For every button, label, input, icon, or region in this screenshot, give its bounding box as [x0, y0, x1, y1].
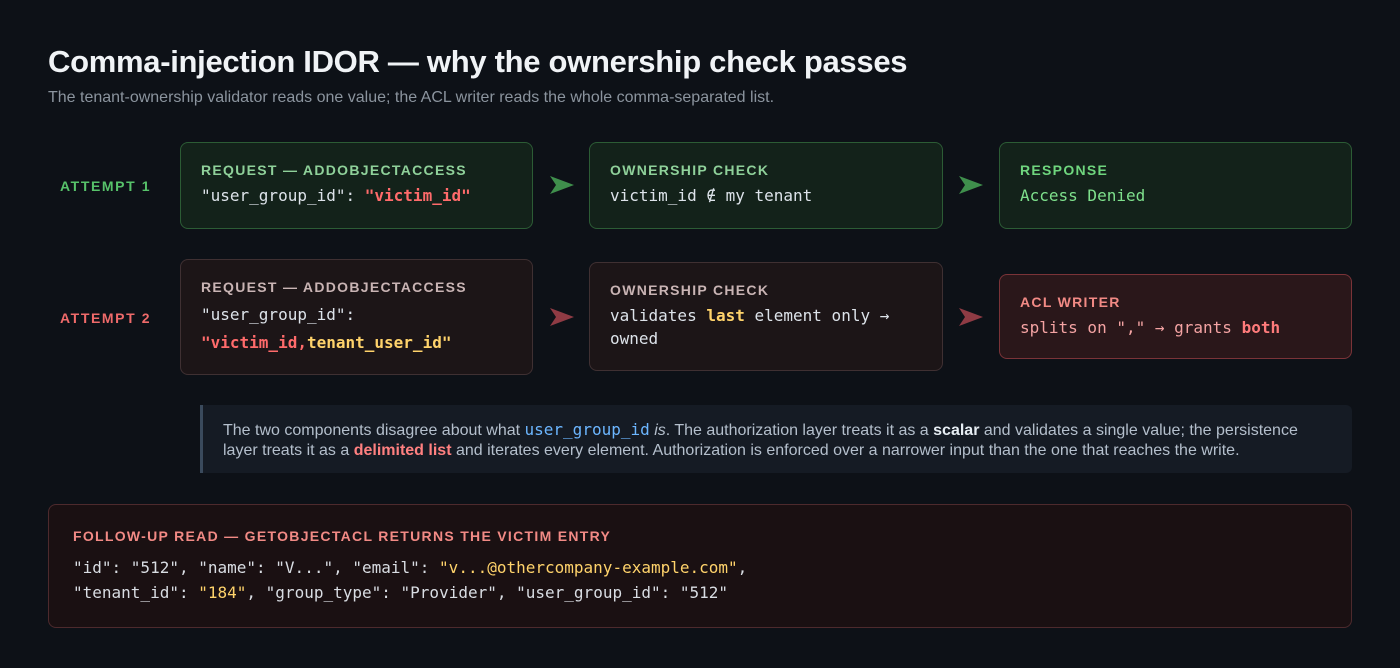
- arrow-right-icon: [959, 176, 983, 194]
- arrow-right-icon: [959, 308, 983, 326]
- attempt-2-request-key: "user_group_id":: [201, 305, 356, 324]
- attempt-1-request-key: "user_group_id":: [201, 186, 365, 205]
- attempt-1-check-text: victim_id ∉ my tenant: [610, 186, 813, 205]
- followup-line-2: "tenant_id": "184", "group_type": "Provi…: [73, 580, 1327, 605]
- followup-email: "v...@othercompany-example.com": [439, 558, 738, 577]
- attempt-2-check-highlight: last: [706, 306, 745, 325]
- attempt-1-check-title: OWNERSHIP CHECK: [610, 162, 770, 178]
- note-inline-code: user_group_id: [524, 420, 650, 439]
- attempt-2-request-box: REQUEST — ADDOBJECTACCESS "user_group_id…: [180, 259, 533, 375]
- attempt-2-label: ATTEMPT 2: [60, 310, 152, 326]
- attempt-2-writer-title: ACL WRITER: [1020, 294, 1121, 310]
- attempt-1-check-box: OWNERSHIP CHECK victim_id ∉ my tenant: [589, 142, 943, 229]
- note-part-1: The two components disagree about what: [223, 422, 525, 439]
- followup-line-2-pre: "tenant_id":: [73, 583, 199, 602]
- attempt-2-request-title: REQUEST — ADDOBJECTACCESS: [201, 279, 467, 295]
- attempt-2-check-line-2: owned: [610, 329, 659, 348]
- attempt-2-writer-pre: splits on "," → grants: [1020, 318, 1242, 337]
- attempt-1-request-value: "victim_id": [364, 186, 471, 205]
- arrow-right-icon: [550, 176, 574, 194]
- note-part-5: and iterates every element. Authorizatio…: [451, 442, 1240, 459]
- attempt-2-writer-highlight: both: [1241, 318, 1281, 337]
- attempt-1-response-title: RESPONSE: [1020, 162, 1109, 178]
- attempt-1-label: ATTEMPT 1: [60, 178, 152, 194]
- attempt-1-request-body: "user_group_id": "victim_id": [201, 184, 512, 208]
- attempt-1-response-text: Access Denied: [1020, 186, 1146, 205]
- attempt-1-request-box: REQUEST — ADDOBJECTACCESS "user_group_id…: [180, 142, 533, 229]
- note-scalar: scalar: [933, 422, 980, 439]
- attempt-2-check-box: OWNERSHIP CHECK validates last element o…: [589, 262, 943, 371]
- attempt-2-value-tenant: tenant_user_id": [306, 333, 452, 352]
- page-subtitle: The tenant-ownership validator reads one…: [48, 89, 775, 106]
- attempt-2-check-title: OWNERSHIP CHECK: [610, 282, 770, 298]
- attempt-1-request-title: REQUEST — ADDOBJECTACCESS: [201, 162, 467, 178]
- note-part-2: is: [649, 422, 666, 439]
- page-title: Comma-injection IDOR — why the ownership…: [48, 44, 908, 79]
- followup-line-1-post: ,: [737, 558, 748, 577]
- attempt-1-response-box: RESPONSE Access Denied: [999, 142, 1352, 229]
- followup-line-1: "id": "512", "name": "V...", "email": "v…: [73, 555, 1327, 580]
- attempt-2-check-line-1: validates last element only →: [610, 304, 922, 327]
- note-delimited-list: delimited list: [353, 442, 452, 459]
- attempt-2-check-post: element only →: [744, 306, 890, 325]
- attempt-2-check-pre: validates: [610, 306, 707, 325]
- followup-tenant-id: "184": [198, 583, 247, 602]
- followup-line-1-pre: "id": "512", "name": "V...", "email":: [73, 558, 440, 577]
- attempt-2-request-value: "victim_id,tenant_user_id": [201, 329, 512, 357]
- arrow-right-icon: [550, 308, 574, 326]
- followup-line-2-post: , "group_type": "Provider", "user_group_…: [246, 583, 729, 602]
- attempt-2-value-victim: "victim_id,: [201, 333, 307, 352]
- followup-box: FOLLOW-UP READ — GETOBJECTACL RETURNS TH…: [48, 504, 1352, 628]
- attempt-2-writer-box: ACL WRITER splits on "," → grants both: [999, 274, 1352, 359]
- followup-title: FOLLOW-UP READ — GETOBJECTACL RETURNS TH…: [73, 528, 612, 544]
- note-part-3: . The authorization layer treats it as a: [665, 422, 934, 439]
- attempt-2-writer-text: splits on "," → grants both: [1020, 316, 1331, 340]
- explanation-note: The two components disagree about what u…: [200, 405, 1352, 473]
